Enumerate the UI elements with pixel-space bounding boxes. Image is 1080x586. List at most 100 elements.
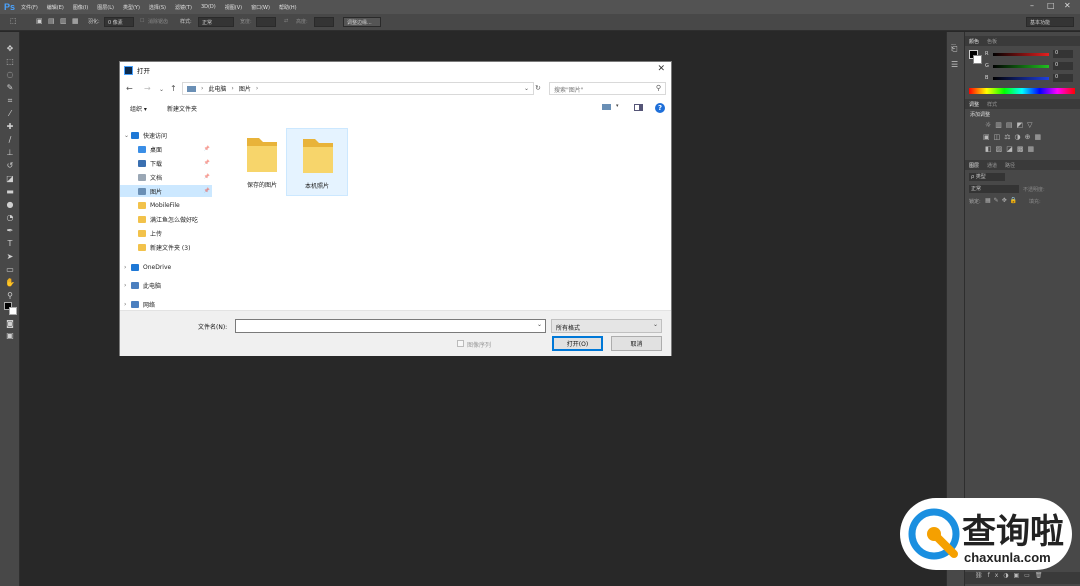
feather-input[interactable]: 0 像素 <box>104 17 134 27</box>
address-dropdown-icon[interactable]: ⌄ <box>524 85 529 92</box>
maximize-icon[interactable]: □ <box>1047 1 1055 10</box>
swap-icon[interactable]: ⇄ <box>284 18 288 24</box>
marquee-tool-icon[interactable]: ⬚ <box>10 17 17 25</box>
view-dropdown-icon[interactable]: ▾ <box>616 103 619 109</box>
blend-mode-select[interactable]: 正常 <box>969 185 1019 193</box>
layer-actions-bar[interactable]: ⛓fx◑▣▭🗑 <box>965 572 1080 584</box>
chevron-right-icon[interactable]: › <box>124 264 131 271</box>
menu-item[interactable]: 选择(S) <box>149 4 166 11</box>
antialias-checkbox[interactable]: ☐ <box>140 18 144 24</box>
lasso-icon[interactable]: ◌ <box>5 70 15 79</box>
menu-item[interactable]: 文件(F) <box>21 4 38 11</box>
refine-edge-button[interactable]: 调整边缘... <box>343 17 381 27</box>
nav-item[interactable]: 桌面 📌 <box>120 143 212 155</box>
back-icon[interactable]: ← <box>126 84 133 93</box>
red-value[interactable]: 0 <box>1053 50 1073 58</box>
nav-item[interactable]: › 网络 <box>120 298 212 310</box>
clone-stamp-icon[interactable]: ⊥ <box>5 148 15 157</box>
filetype-select[interactable]: 所有格式 ⌄ <box>551 319 662 333</box>
color-spectrum[interactable] <box>969 88 1075 94</box>
menu-item[interactable]: 滤镜(T) <box>175 4 192 11</box>
filename-input[interactable]: ⌄ <box>235 319 546 333</box>
tab-color[interactable]: 颜色 <box>965 38 983 45</box>
eyedropper-icon[interactable]: ⁄ <box>5 109 15 118</box>
history-brush-icon[interactable]: ↺ <box>5 161 15 170</box>
menu-item[interactable]: 图层(L) <box>97 4 114 11</box>
path-select-icon[interactable]: ➤ <box>5 252 15 261</box>
cancel-button[interactable]: 取消 <box>611 336 662 351</box>
eraser-icon[interactable]: ◪ <box>5 174 15 183</box>
nav-item[interactable]: 图片 📌 <box>120 185 212 197</box>
search-input[interactable]: 搜索"图片" ⚲ <box>549 82 666 95</box>
tab-swatches[interactable]: 色板 <box>983 38 1001 45</box>
new-selection-icon[interactable]: ▣ <box>36 17 43 25</box>
preview-pane-icon[interactable] <box>634 104 643 111</box>
tab-adjustments[interactable]: 调整 <box>965 101 983 108</box>
chevron-down-icon[interactable]: ⌄ <box>124 132 131 139</box>
pen-icon[interactable]: ✒ <box>5 226 15 235</box>
subtract-selection-icon[interactable]: ▥ <box>60 17 67 25</box>
healing-brush-icon[interactable]: ✚ <box>5 122 15 131</box>
nav-item[interactable]: 上传 <box>120 227 212 239</box>
layer-filter-select[interactable]: ρ 类型 <box>969 173 1005 181</box>
tab-styles[interactable]: 样式 <box>983 101 1001 108</box>
adjustment-icons-row-3[interactable]: ◧▨◪▩▦ <box>985 145 1038 153</box>
green-value[interactable]: 0 <box>1053 62 1073 70</box>
menu-item[interactable]: 窗口(W) <box>251 4 270 11</box>
minimize-icon[interactable]: – <box>1030 1 1034 10</box>
up-icon[interactable]: ↑ <box>170 84 177 93</box>
nav-item[interactable]: 满江鱼怎么做好吃 <box>120 213 212 225</box>
gradient-icon[interactable]: ▬ <box>5 187 15 196</box>
width-input[interactable] <box>256 17 276 27</box>
open-button[interactable]: 打开(O) <box>552 336 603 351</box>
chevron-right-icon[interactable]: › <box>124 282 131 289</box>
green-slider[interactable]: G 0 <box>985 61 1077 71</box>
menu-item[interactable]: 类型(Y) <box>123 4 140 11</box>
crop-icon[interactable]: ⌗ <box>5 96 15 105</box>
close-icon[interactable]: ✕ <box>1064 1 1071 10</box>
chevron-right-icon[interactable]: › <box>124 301 131 308</box>
nav-item[interactable]: 新建文件夹 (3) <box>120 241 212 253</box>
workspace-select[interactable]: 基本功能 <box>1026 17 1074 27</box>
nav-item[interactable]: › OneDrive <box>120 261 212 273</box>
rectangle-icon[interactable]: ▭ <box>5 265 15 274</box>
forward-icon[interactable]: → <box>144 84 151 93</box>
address-box[interactable]: › 此电脑 › 图片 › ⌄ <box>182 82 534 95</box>
history-panel-icon[interactable]: ⎗ <box>951 44 957 54</box>
add-selection-icon[interactable]: ▤ <box>48 17 55 25</box>
breadcrumb-this-pc[interactable]: 此电脑 <box>208 84 226 93</box>
image-sequence-checkbox[interactable] <box>457 340 464 347</box>
quick-select-icon[interactable]: ✎ <box>5 83 15 92</box>
tab-paths[interactable]: 路径 <box>1001 162 1019 169</box>
menu-item[interactable]: 帮助(H) <box>279 4 297 11</box>
new-folder-button[interactable]: 新建文件夹 <box>167 104 197 113</box>
recent-locations-icon[interactable]: ⌄ <box>159 86 164 93</box>
hand-icon[interactable]: ✋ <box>5 278 15 287</box>
nav-item[interactable]: › 此电脑 <box>120 279 212 291</box>
height-input[interactable] <box>314 17 334 27</box>
folder-item[interactable]: 保存的图片 <box>231 128 293 196</box>
brush-icon[interactable]: ∕ <box>5 135 15 144</box>
nav-item[interactable]: ⌄ 快速访问 <box>120 129 212 141</box>
menu-item[interactable]: 图像(I) <box>73 4 88 11</box>
view-mode-icon[interactable] <box>602 104 611 110</box>
help-icon[interactable]: ? <box>655 103 665 113</box>
quick-mask-icon[interactable]: ◙ <box>5 319 15 328</box>
adjustment-icons-row-1[interactable]: ☼▥▤◩▽ <box>985 121 1037 129</box>
bg-color-swatch[interactable] <box>973 55 982 64</box>
organize-button[interactable]: 组织 ▾ <box>130 104 147 113</box>
breadcrumb-pictures[interactable]: 图片 <box>239 84 251 93</box>
marquee-icon[interactable]: ⬚ <box>5 57 15 66</box>
filename-dropdown-icon[interactable]: ⌄ <box>537 321 542 328</box>
menu-item[interactable]: 视图(V) <box>225 4 242 11</box>
intersect-selection-icon[interactable]: ▦ <box>72 17 79 25</box>
background-color-swatch[interactable] <box>9 307 17 315</box>
type-icon[interactable]: T <box>5 239 15 248</box>
blur-icon[interactable]: ● <box>5 200 15 209</box>
nav-item[interactable]: 文档 📌 <box>120 171 212 183</box>
blue-value[interactable]: 0 <box>1053 74 1073 82</box>
lock-icons[interactable]: ▦✎✥🔒 <box>985 197 1020 204</box>
red-slider[interactable]: R 0 <box>985 49 1077 59</box>
screen-mode-icon[interactable]: ▣ <box>5 331 15 340</box>
dodge-icon[interactable]: ◔ <box>5 213 15 222</box>
